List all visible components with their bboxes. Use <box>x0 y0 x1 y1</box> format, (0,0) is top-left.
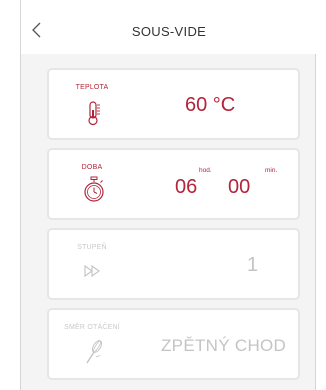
temperature-label: TEPLOTA <box>75 84 109 91</box>
rotation-card[interactable]: SMĚR OTÁČENÍ ZPĚTNÝ CHOD <box>47 308 300 380</box>
app-frame: SOUS-VIDE TEPLOTA 60 °C DOBA 06 hod. 00 … <box>20 0 317 390</box>
page-title: SOUS-VIDE <box>131 24 207 39</box>
duration-label: DOBA <box>81 164 103 171</box>
level-card[interactable]: STUPEŇ 1 <box>47 228 300 300</box>
level-value: 1 <box>247 254 259 276</box>
duration-card[interactable]: DOBA 06 hod. 00 min. <box>47 148 300 220</box>
duration-minutes-unit: min. <box>265 167 278 174</box>
header-bar: SOUS-VIDE <box>21 0 317 54</box>
duration-hours-value: 06 <box>175 176 198 198</box>
temperature-value: 60 °C <box>185 94 236 116</box>
rotation-label: SMĚR OTÁČENÍ <box>64 324 120 331</box>
whisk-icon <box>86 340 103 364</box>
rotation-value: ZPĚTNÝ CHOD <box>161 336 287 355</box>
stopwatch-icon <box>84 176 104 202</box>
duration-minutes-value: 00 <box>228 176 251 198</box>
temperature-card[interactable]: TEPLOTA 60 °C <box>47 68 300 140</box>
duration-hours-unit: hod. <box>199 167 212 174</box>
thermometer-icon <box>88 101 100 126</box>
fast-forward-icon <box>84 264 100 278</box>
level-label: STUPEŇ <box>77 244 107 251</box>
